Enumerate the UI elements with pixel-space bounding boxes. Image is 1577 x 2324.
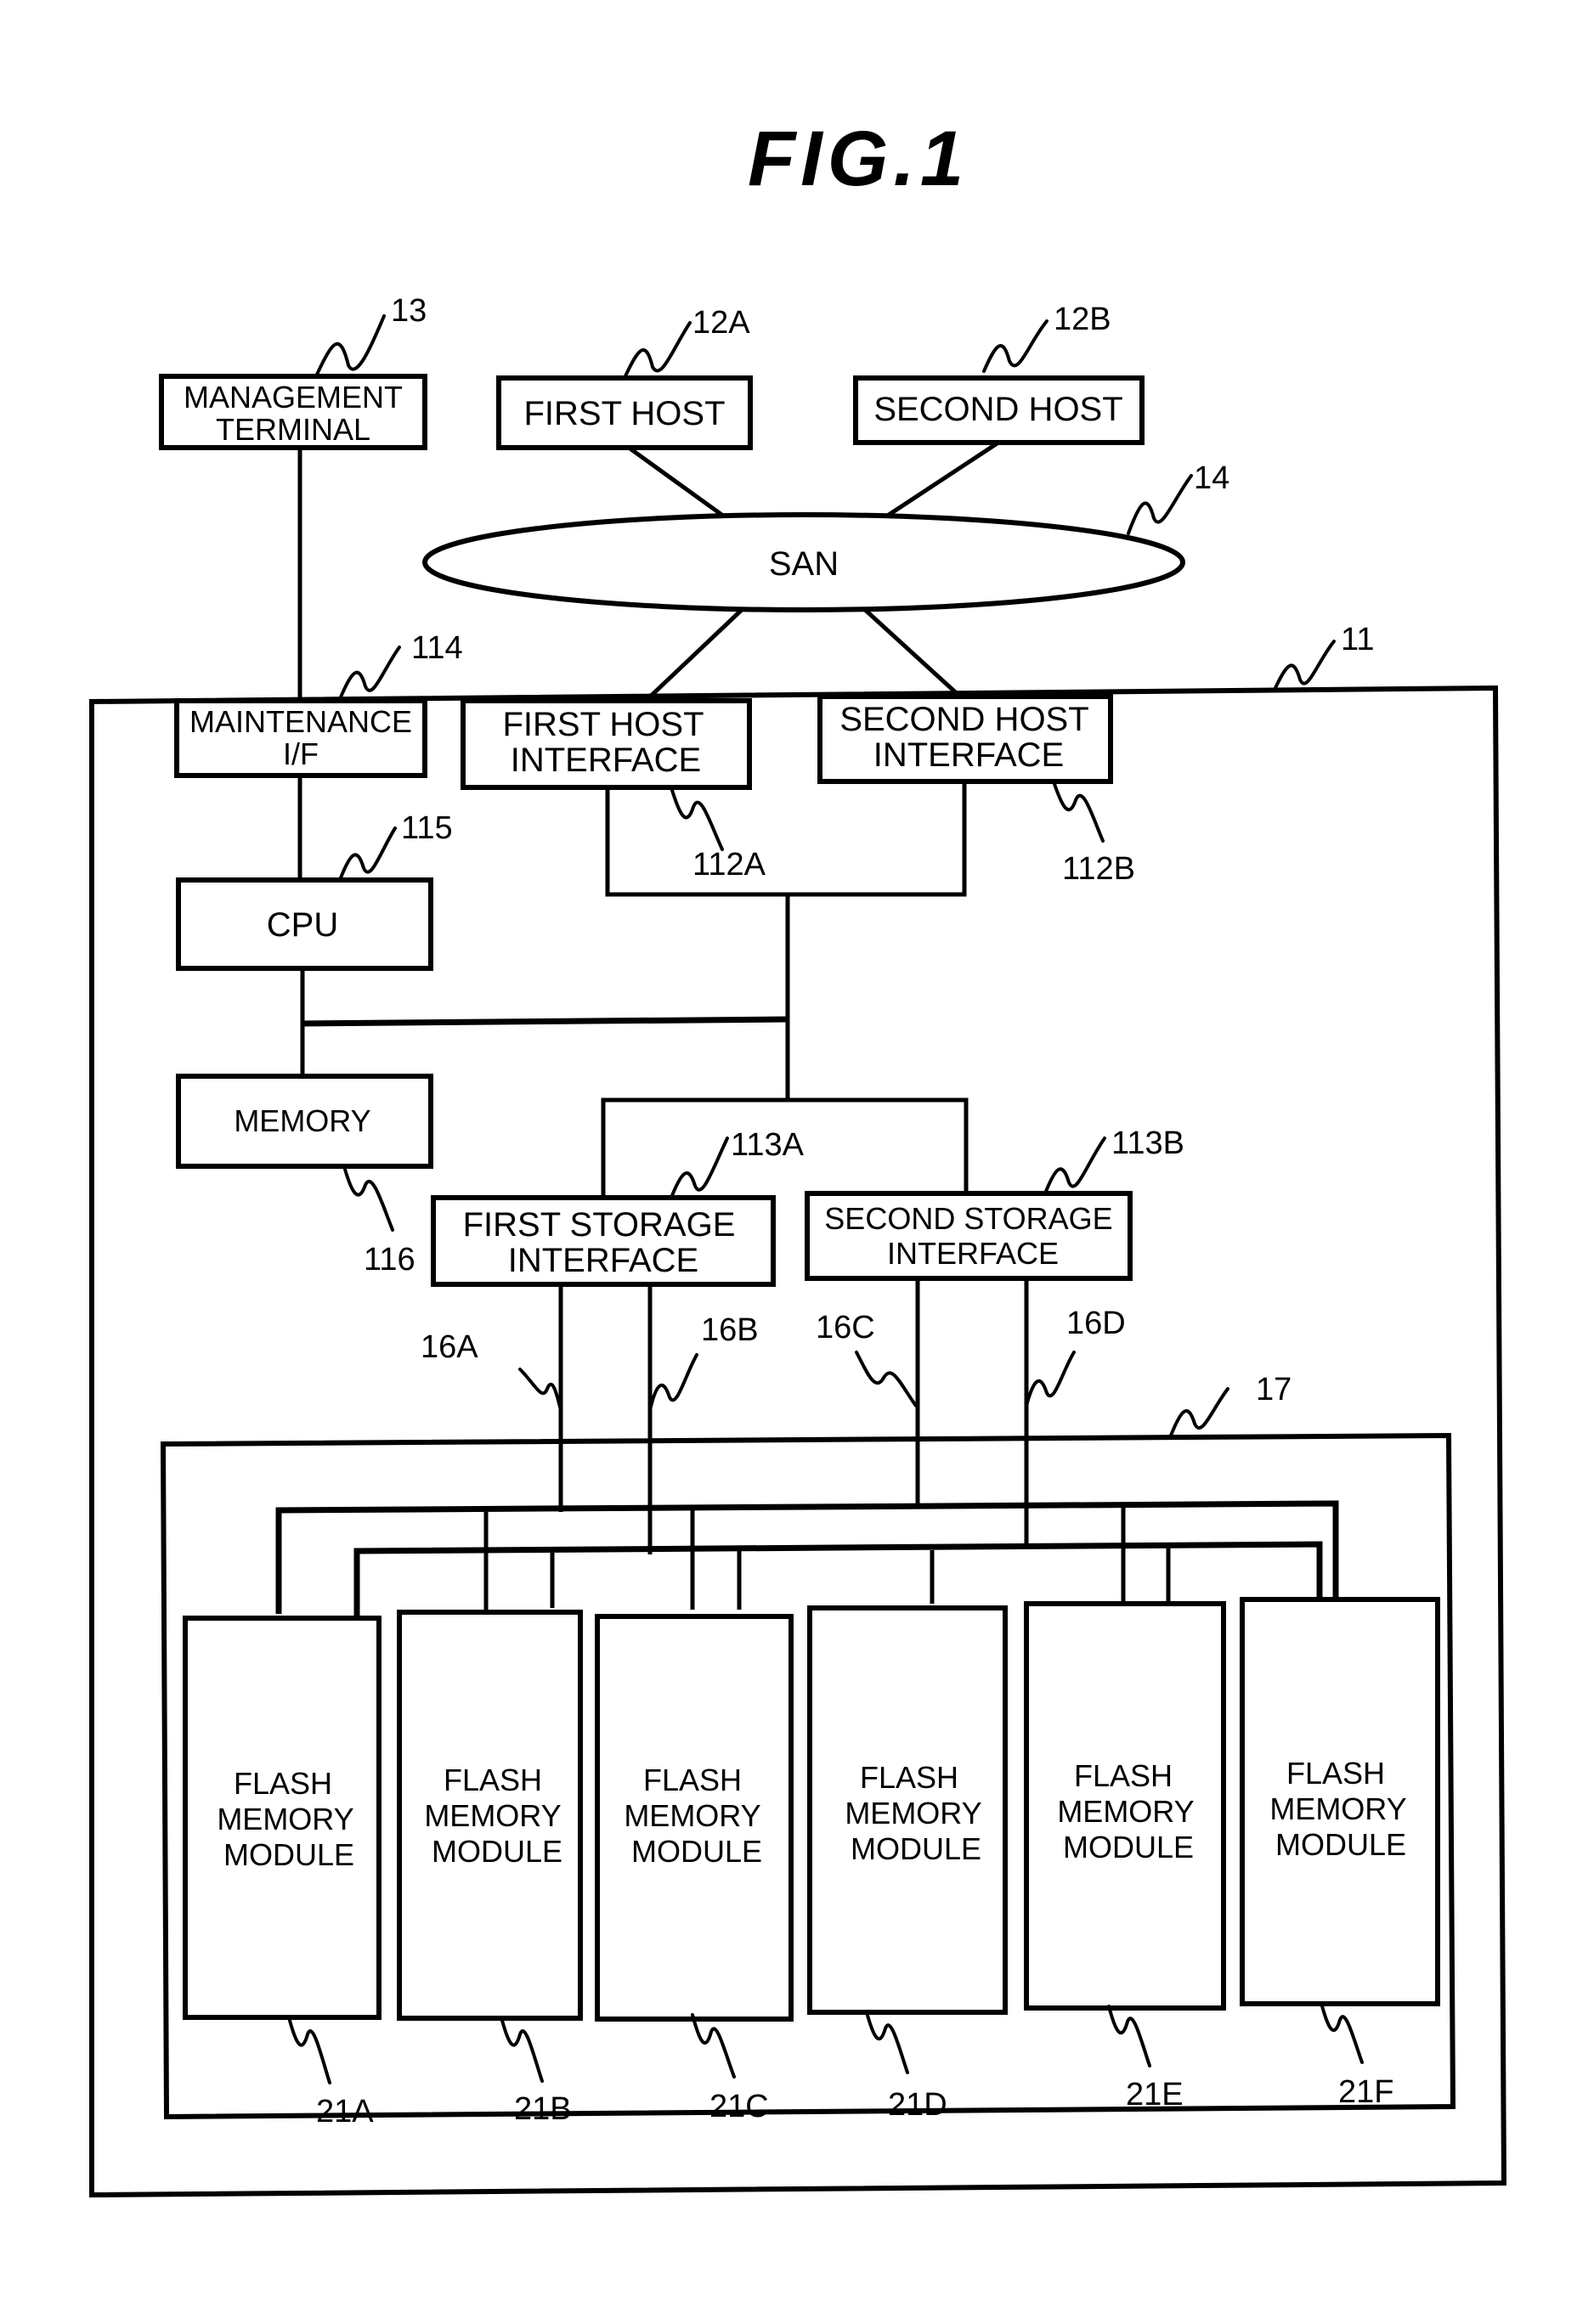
second-host-interface-label-line1: SECOND HOST [839, 701, 1088, 738]
ref-label-21a: 21A [316, 2094, 374, 2129]
flash-module-label-line3: MODULE [851, 1831, 981, 1866]
san: SAN 14 [422, 460, 1229, 612]
flash-module-label-line1: FLASH [643, 1763, 742, 1797]
link-san-first-host-if [644, 606, 745, 702]
ref-label-16d: 16D [1066, 1306, 1126, 1341]
management-terminal-label-line1: MANAGEMENT [184, 380, 403, 415]
flash-module-label-line1: FLASH [444, 1763, 542, 1797]
ref-label-113a: 113A [731, 1127, 805, 1163]
flash-module-label-line2: MEMORY [845, 1796, 981, 1830]
ref-label-17: 17 [1256, 1372, 1292, 1407]
cpu-label: CPU [267, 906, 338, 944]
second-host: SECOND HOST 12B [853, 302, 1145, 445]
ref-leader-11 [1273, 640, 1336, 691]
second-storage-interface-label-line2: INTERFACE [887, 1236, 1059, 1271]
flash-module-label-line1: FLASH [1074, 1758, 1173, 1793]
ref-leader-12b [982, 319, 1049, 373]
ref-label-12a: 12A [692, 305, 750, 341]
flash-module-label-line2: MEMORY [1269, 1791, 1406, 1826]
ref-label-21d: 21D [888, 2087, 947, 2123]
first-host-interface-label-line2: INTERFACE [511, 742, 701, 779]
ref-label-11: 11 [1341, 622, 1374, 657]
flash-module-label-line1: FLASH [1286, 1756, 1385, 1791]
link-first-host-san [627, 445, 728, 521]
cpu-memory-bus [302, 1016, 788, 1027]
ref-leader-12a [623, 321, 692, 380]
flash-module-label-line2: MEMORY [624, 1798, 760, 1833]
management-terminal-label-line2: TERMINAL [216, 412, 370, 447]
first-storage-interface-label-line1: FIRST STORAGE [463, 1206, 736, 1244]
maintenance-if-label-line2: I/F [283, 736, 319, 771]
san-label: SAN [769, 545, 839, 583]
ref-label-112a: 112A [692, 847, 766, 883]
maintenance-if-label-line1: MAINTENANCE [189, 704, 412, 739]
ref-label-115: 115 [401, 810, 453, 846]
maintenance-if: MAINTENANCE I/F 114 [174, 630, 463, 778]
ref-label-21e: 21E [1126, 2077, 1184, 2112]
ref-label-16b: 16B [701, 1312, 759, 1348]
ref-label-16c: 16C [816, 1310, 875, 1345]
ref-label-14: 14 [1194, 460, 1229, 496]
ref-label-13: 13 [391, 293, 427, 329]
second-host-interface-label-line2: INTERFACE [873, 736, 1064, 774]
first-host-label: FIRST HOST [523, 395, 725, 432]
flash-module-label-line3: MODULE [1063, 1830, 1194, 1864]
link-san-second-host-if [862, 606, 962, 698]
figure-title: FIG.1 [748, 116, 969, 202]
second-storage-interface-label-line1: SECOND STORAGE [824, 1201, 1112, 1236]
ref-leader-13 [314, 314, 386, 378]
flash-module-label-line1: FLASH [860, 1760, 958, 1795]
flash-module-label-line1: FLASH [234, 1766, 332, 1801]
ref-label-114: 114 [411, 630, 463, 666]
ref-label-112b: 112B [1062, 851, 1135, 887]
second-host-label: SECOND HOST [873, 391, 1122, 428]
ref-leader-114 [338, 646, 401, 701]
ref-label-21b: 21B [514, 2091, 572, 2127]
ref-leader-14 [1127, 474, 1193, 535]
memory-label: MEMORY [234, 1103, 370, 1138]
ref-label-21c: 21C [709, 2089, 769, 2124]
flash-module-label-line3: MODULE [631, 1834, 762, 1869]
flash-module-label-line2: MEMORY [217, 1802, 353, 1836]
management-terminal: MANAGEMENT TERMINAL 13 [159, 293, 427, 450]
first-storage-interface-label-line2: INTERFACE [508, 1242, 698, 1279]
flash-module-label-line2: MEMORY [424, 1798, 561, 1833]
link-second-host-san [882, 440, 1000, 521]
first-host-interface-label-line1: FIRST HOST [502, 706, 704, 743]
flash-module-label-line3: MODULE [1275, 1827, 1406, 1862]
ref-label-12b: 12B [1054, 302, 1111, 337]
ref-label-16a: 16A [421, 1329, 478, 1365]
ref-label-21f: 21F [1338, 2074, 1393, 2110]
flash-module-label-line3: MODULE [432, 1834, 562, 1869]
first-host: FIRST HOST 12A [496, 305, 753, 450]
ref-label-116: 116 [364, 1242, 415, 1278]
ref-label-113b: 113B [1111, 1125, 1184, 1161]
flash-module-label-line3: MODULE [223, 1837, 354, 1872]
diagram-canvas: FIG.1 MANAGEMENT TERMINAL 13 FIRST HOST … [89, 116, 1507, 2198]
flash-module-label-line2: MEMORY [1057, 1794, 1194, 1829]
